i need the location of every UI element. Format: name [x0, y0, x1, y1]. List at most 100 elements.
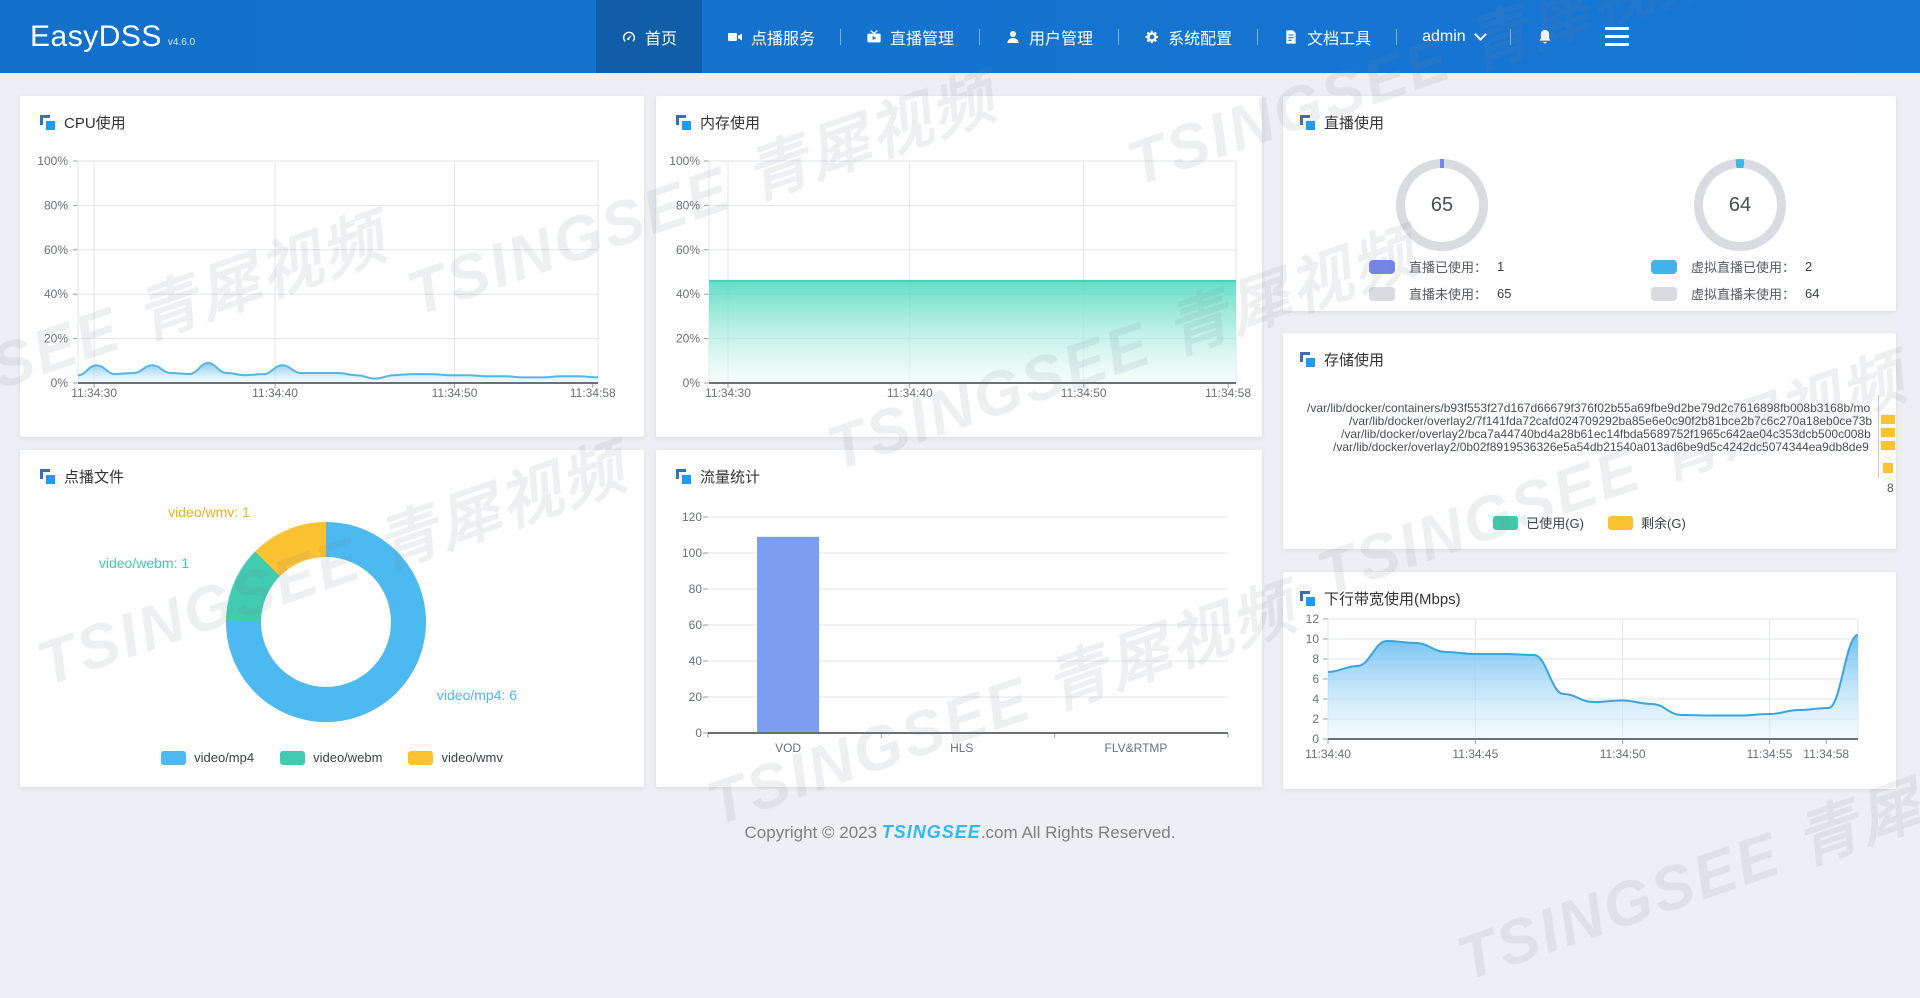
nav-item-live-manage[interactable]: 直播管理 [841, 0, 979, 73]
nav-item-system-config[interactable]: 系统配置 [1119, 0, 1257, 73]
storage-bar-remaining [1883, 463, 1893, 473]
nav-item-home[interactable]: 首页 [596, 0, 703, 73]
svg-text:40: 40 [689, 654, 703, 668]
top-navbar: EasyDSS v4.6.0 首页 点播服务 直播管理 用户管理 系统配置 文档… [0, 0, 1920, 73]
nav-item-label: 直播管理 [890, 30, 955, 48]
svg-text:0: 0 [1312, 732, 1319, 746]
card-title: 流量统计 [676, 466, 760, 487]
nav-item-vod-service[interactable]: 点播服务 [702, 0, 840, 73]
chart-corner-icon [676, 114, 692, 131]
svg-text:20%: 20% [676, 332, 700, 346]
memory-usage-chart: 100% 80% 60% 40% 20% 0% 11:34:30 11:34:40 11:34:… [669, 154, 1251, 400]
svg-text:100%: 100% [669, 154, 700, 168]
legend-item[interactable]: video/mp4 [161, 750, 254, 765]
vod-files-card: 点播文件 video/wmv: 1 video/webm: 1 video/mp… [20, 450, 644, 787]
storage-bar-remaining [1881, 428, 1895, 437]
svg-text:12: 12 [1306, 612, 1320, 626]
donut-callout-webm: video/webm: 1 [98, 555, 190, 571]
legend-item[interactable]: 虚拟直播未使用： 64 [1651, 284, 1819, 303]
svg-text:11:34:40: 11:34:40 [252, 386, 298, 400]
chart-corner-icon [40, 114, 56, 131]
storage-clipped-label: 8 [1887, 481, 1894, 495]
storage-usage-card: 存储使用 /var/lib/docker/containers/b93f553f… [1283, 333, 1896, 549]
legend-item[interactable]: 剩余(G) [1608, 513, 1686, 532]
svg-text:80%: 80% [676, 198, 700, 212]
donut-callout-mp4: video/mp4: 6 [436, 687, 518, 703]
app-logo[interactable]: EasyDSS v4.6.0 [30, 0, 195, 73]
legend-swatch [1369, 259, 1395, 274]
legend-item[interactable]: 直播未使用： 65 [1369, 284, 1511, 303]
storage-path-label: /var/lib/docker/overlay2/0b02f8919536326… [1333, 440, 1869, 454]
svg-text:120: 120 [682, 510, 702, 524]
legend-swatch [408, 750, 434, 765]
user-name: admin [1422, 27, 1466, 45]
chart-corner-icon [1300, 351, 1316, 368]
legend-swatch [161, 750, 187, 765]
app-title: EasyDSS [30, 19, 162, 53]
dashboard-icon [621, 29, 637, 45]
svg-text:11:34:50: 11:34:50 [1061, 386, 1107, 400]
gear-icon [1144, 29, 1160, 45]
svg-text:2: 2 [1312, 712, 1319, 726]
legend-item[interactable]: 直播已使用： 1 [1369, 257, 1504, 276]
card-title: CPU使用 [40, 112, 126, 133]
bandwidth-usage-card: 下行带宽使用(Mbps) 12 10 8 6 4 2 0 11:34:40 11:34:45 11… [1283, 572, 1896, 789]
live-usage-gauge: 65 [1396, 159, 1488, 251]
nav-item-label: 文档工具 [1307, 30, 1372, 48]
traffic-stats-card: 流量统计 120 100 80 60 40 20 0 VOD HLS FLV&RTMP [656, 450, 1262, 787]
svg-text:6: 6 [1312, 672, 1319, 686]
svg-text:11:34:58: 11:34:58 [1803, 747, 1849, 761]
svg-text:HLS: HLS [950, 741, 973, 755]
legend-item[interactable]: video/webm [280, 750, 382, 765]
svg-text:40%: 40% [44, 287, 68, 301]
svg-text:20%: 20% [44, 332, 68, 346]
tsingsee-logo: TSINGSEE [881, 822, 981, 842]
nav-item-label: 点播服务 [751, 30, 816, 48]
svg-text:FLV&RTMP: FLV&RTMP [1105, 741, 1168, 755]
storage-axis-line [1878, 395, 1879, 478]
storage-path-label: /var/lib/docker/overlay2/bca7a44740bd4a2… [1341, 427, 1871, 441]
svg-text:0: 0 [695, 726, 702, 740]
svg-text:11:34:45: 11:34:45 [1452, 747, 1498, 761]
legend-swatch [1608, 515, 1633, 530]
nav-item-user-manage[interactable]: 用户管理 [980, 0, 1118, 73]
notifications-button[interactable] [1511, 0, 1579, 73]
legend-item[interactable]: 已使用(G) [1493, 513, 1584, 532]
svg-text:100: 100 [682, 546, 702, 560]
svg-text:11:34:55: 11:34:55 [1747, 747, 1793, 761]
storage-path-label: /var/lib/docker/containers/b93f553f27d16… [1307, 401, 1871, 415]
svg-text:10: 10 [1306, 632, 1320, 646]
storage-bar-remaining [1881, 441, 1895, 450]
legend-swatch [1493, 515, 1519, 530]
chart-corner-icon [1300, 590, 1316, 607]
legend-item[interactable]: video/wmv [408, 750, 503, 765]
cpu-usage-chart: 100% 80% 60% 40% 20% 0%11:34:30 11:34:40 11:34:… [37, 154, 616, 400]
donut-callout-wmv: video/wmv: 1 [168, 504, 250, 520]
svg-text:40%: 40% [676, 287, 700, 301]
svg-text:80: 80 [689, 582, 703, 596]
virtual-live-usage-gauge: 64 [1694, 159, 1786, 251]
chart-corner-icon [40, 468, 56, 485]
hamburger-menu-icon[interactable] [1604, 27, 1629, 46]
legend-swatch [1369, 286, 1395, 301]
card-title: 点播文件 [40, 466, 124, 487]
svg-text:0%: 0% [51, 376, 69, 390]
nav-item-doc-tools[interactable]: 文档工具 [1258, 0, 1396, 73]
svg-text:11:34:50: 11:34:50 [1600, 747, 1646, 761]
svg-text:20: 20 [689, 690, 703, 704]
traffic-bar-chart: 120 100 80 60 40 20 0 VOD HLS FLV&RTMP [682, 510, 1229, 755]
chart-corner-icon [1300, 114, 1316, 131]
legend-swatch [1651, 259, 1677, 274]
vod-files-donut-chart [226, 522, 426, 722]
nav-item-label: 首页 [645, 30, 678, 48]
user-menu[interactable]: admin [1397, 0, 1510, 73]
card-title: 内存使用 [676, 112, 760, 133]
svg-text:60%: 60% [676, 243, 700, 257]
card-title: 存储使用 [1300, 349, 1384, 370]
live-usage-card: 直播使用 65 64 直播已使用： 1 直播未使用： 65 虚拟直播已使用： 2… [1283, 96, 1896, 311]
live-tv-icon [866, 29, 882, 45]
legend-item[interactable]: 虚拟直播已使用： 2 [1651, 257, 1812, 276]
svg-text:11:34:40: 11:34:40 [887, 386, 933, 400]
svg-text:0%: 0% [683, 376, 701, 390]
app-version: v4.6.0 [167, 37, 196, 48]
